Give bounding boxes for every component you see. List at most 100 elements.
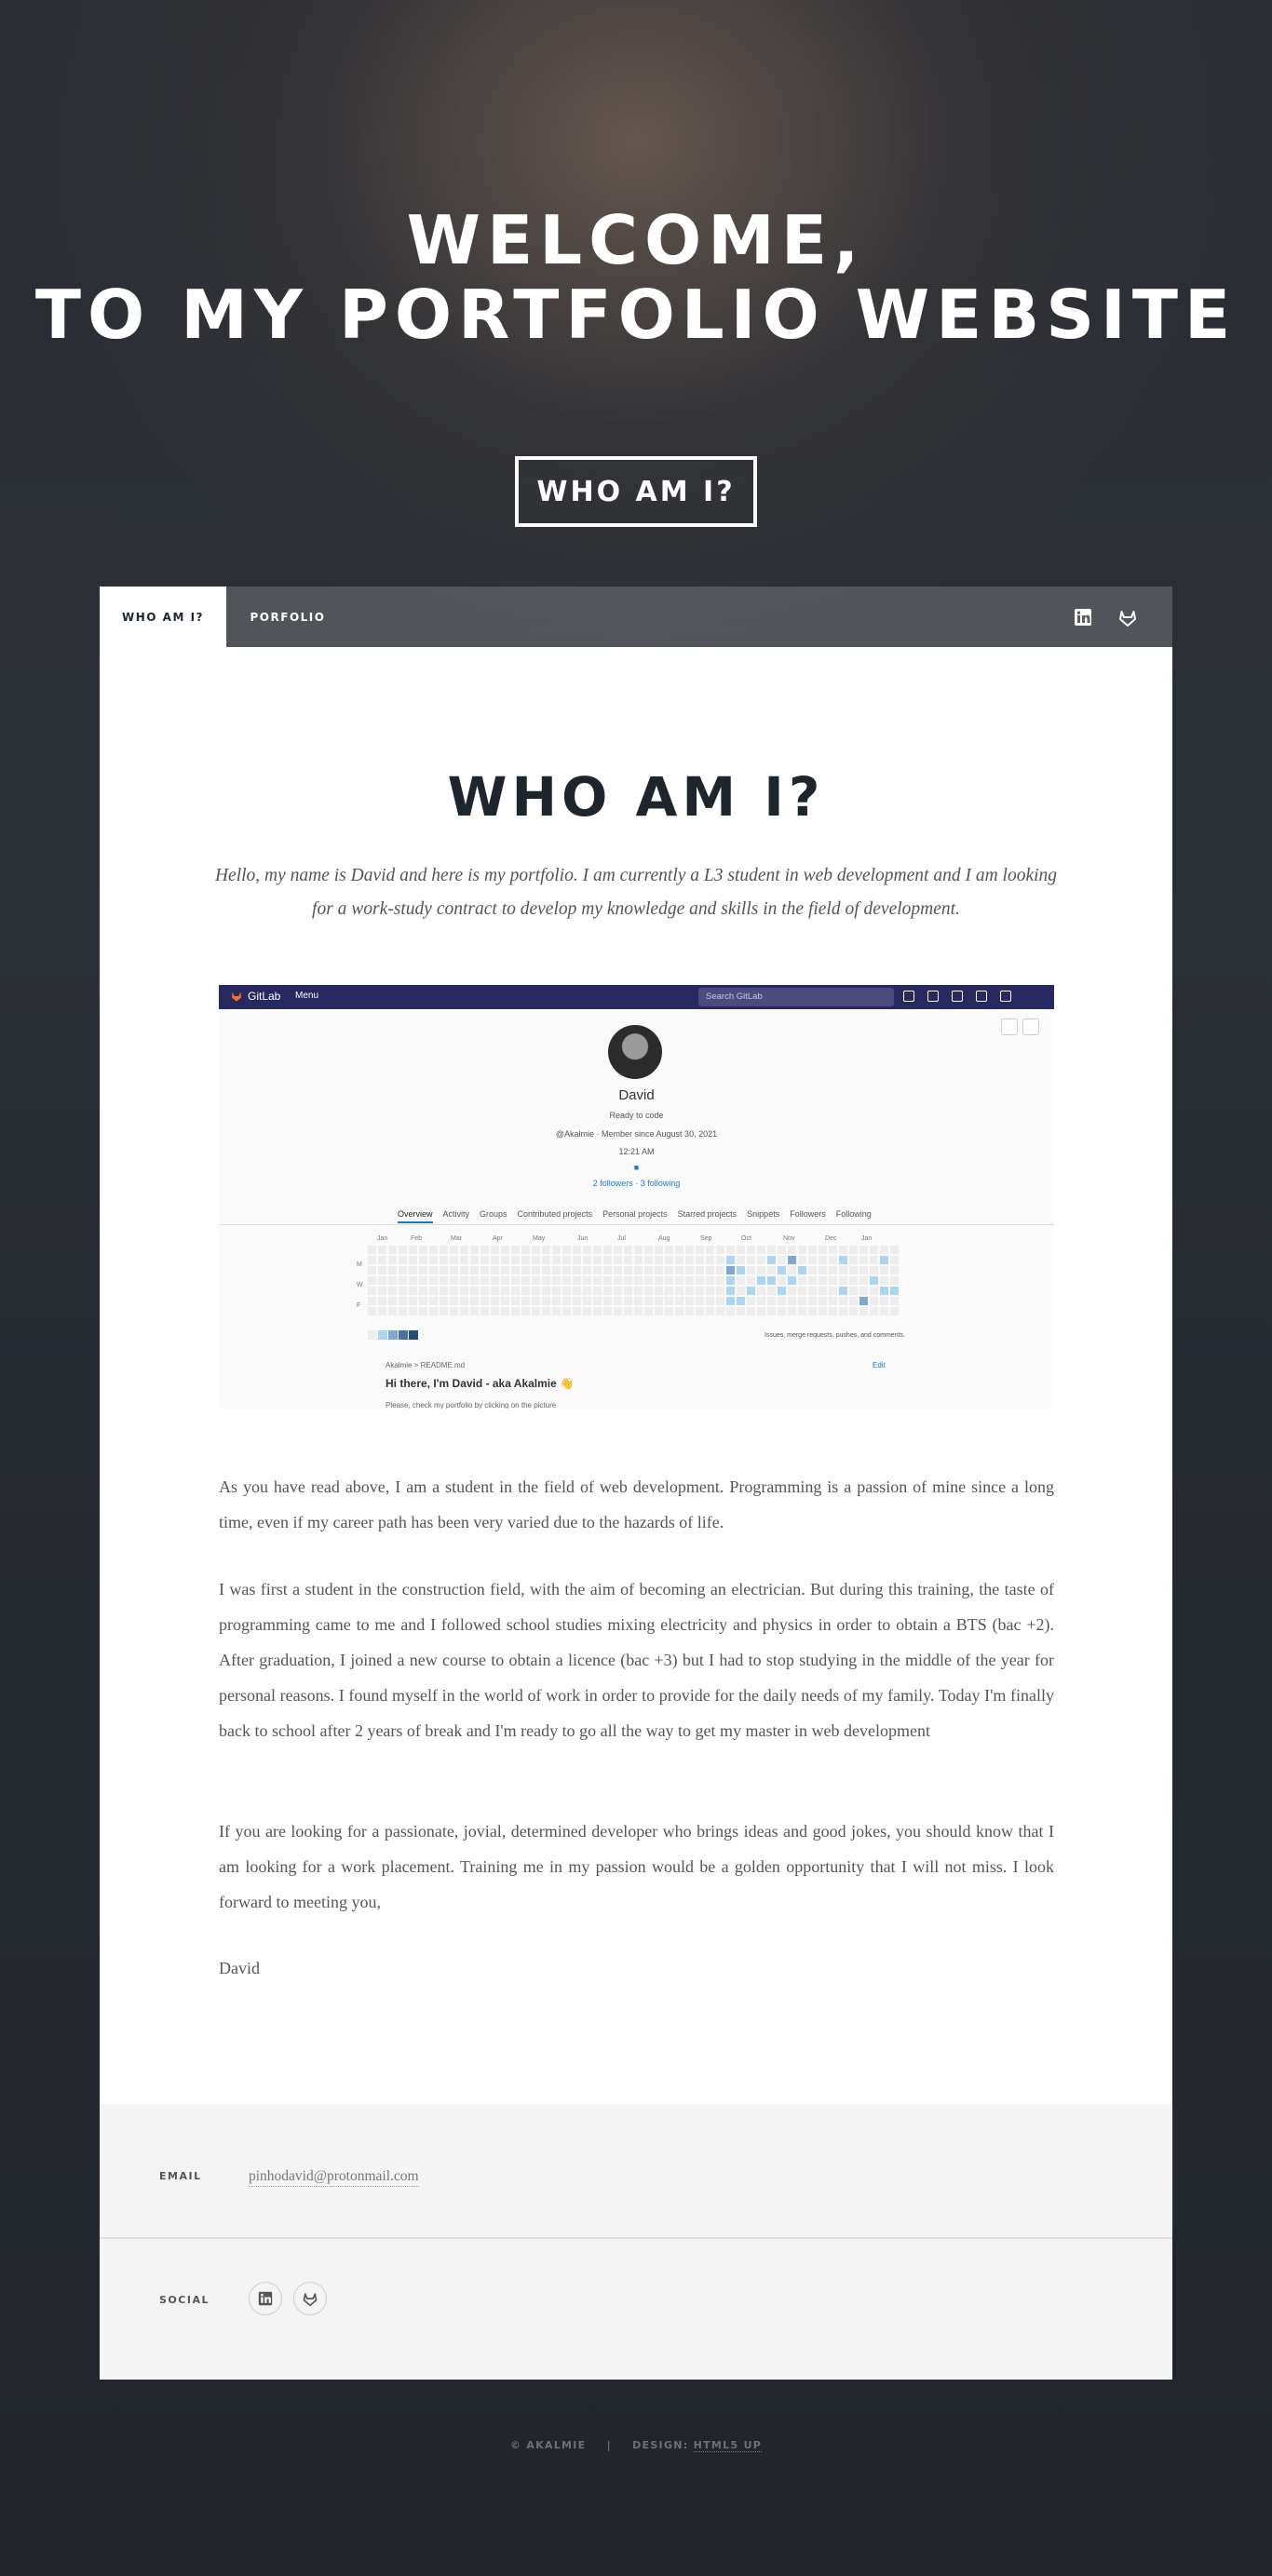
contribution-cell xyxy=(450,1246,458,1254)
contribution-cell xyxy=(726,1256,735,1264)
contribution-cell xyxy=(675,1246,683,1254)
contribution-cell xyxy=(501,1246,509,1254)
design-link[interactable]: HTML5 UP xyxy=(693,2439,763,2452)
contribution-cell xyxy=(788,1287,796,1295)
contribution-cell xyxy=(685,1297,694,1305)
contribution-cell xyxy=(675,1307,683,1315)
contribution-cell xyxy=(532,1297,540,1305)
contribution-cell xyxy=(491,1287,499,1295)
contribution-cell xyxy=(378,1307,386,1315)
gitlab-icon[interactable] xyxy=(1116,605,1140,629)
contribution-cell xyxy=(562,1307,571,1315)
tab-who-am-i[interactable]: WHO AM I? xyxy=(100,587,226,647)
contribution-cell xyxy=(716,1287,724,1295)
contribution-cell xyxy=(501,1256,509,1264)
contribution-cell xyxy=(757,1276,765,1285)
contribution-cell xyxy=(378,1256,386,1264)
contribution-cell xyxy=(470,1297,479,1305)
contribution-cell xyxy=(450,1276,458,1285)
contribution-cell xyxy=(706,1297,714,1305)
contribution-cell xyxy=(542,1297,550,1305)
contribution-cell xyxy=(491,1276,499,1285)
contribution-cell xyxy=(552,1266,561,1275)
contribution-cell xyxy=(470,1276,479,1285)
edit-profile-icon xyxy=(1001,1018,1018,1035)
contribution-cell xyxy=(767,1307,776,1315)
contribution-cell xyxy=(747,1297,755,1305)
contribution-cell xyxy=(532,1276,540,1285)
contribution-cell xyxy=(399,1246,407,1254)
contribution-cell xyxy=(675,1287,683,1295)
contribution-cell xyxy=(399,1307,407,1315)
contribution-cell xyxy=(480,1307,489,1315)
footer-linkedin-icon[interactable] xyxy=(249,2282,282,2315)
contribution-cell xyxy=(378,1266,386,1275)
month-label: Jul xyxy=(617,1235,626,1242)
footer-gitlab-icon[interactable] xyxy=(293,2282,327,2315)
contribution-cell xyxy=(880,1246,888,1254)
contribution-cell xyxy=(429,1287,438,1295)
contribution-cell xyxy=(685,1307,694,1315)
contribution-cell xyxy=(521,1276,530,1285)
contribution-legend xyxy=(368,1330,418,1340)
readme-breadcrumb: Akalmie > README.md xyxy=(386,1361,466,1369)
contribution-cell xyxy=(593,1297,602,1305)
contribution-cell xyxy=(849,1287,858,1295)
contribution-cell xyxy=(880,1307,888,1315)
contribution-cell xyxy=(757,1246,765,1254)
contribution-cell xyxy=(552,1246,561,1254)
contribution-cell xyxy=(460,1246,468,1254)
month-label: Jun xyxy=(577,1235,589,1242)
contribution-cell xyxy=(388,1307,397,1315)
contribution-cell xyxy=(859,1256,868,1264)
contribution-cell xyxy=(624,1276,632,1285)
contribution-cell xyxy=(399,1276,407,1285)
contribution-cell xyxy=(532,1266,540,1275)
profile-meta: @Akalmie · Member since August 30, 2021 xyxy=(555,1129,718,1139)
contribution-cell xyxy=(829,1256,837,1264)
who-am-i-button[interactable]: WHO AM I? xyxy=(515,456,757,527)
contribution-cell xyxy=(542,1287,550,1295)
contribution-cell xyxy=(685,1276,694,1285)
contribution-cell xyxy=(552,1297,561,1305)
contribution-cell xyxy=(378,1276,386,1285)
email-link[interactable]: pinhodavid@protonmail.com xyxy=(249,2168,419,2187)
contribution-cell xyxy=(409,1287,417,1295)
contribution-cell xyxy=(388,1287,397,1295)
contribution-cell xyxy=(583,1256,591,1264)
contribution-cell xyxy=(716,1256,724,1264)
contact-divider xyxy=(100,2237,1172,2239)
contribution-cell xyxy=(460,1307,468,1315)
contribution-cell xyxy=(798,1297,806,1305)
contribution-cell xyxy=(573,1276,581,1285)
nav-social-icons xyxy=(1071,587,1172,647)
contribution-cell xyxy=(593,1256,602,1264)
contribution-cell xyxy=(685,1246,694,1254)
contribution-cell xyxy=(429,1307,438,1315)
contribution-cell xyxy=(859,1297,868,1305)
contribution-cell xyxy=(747,1246,755,1254)
contribution-cell xyxy=(798,1276,806,1285)
contribution-cell xyxy=(624,1307,632,1315)
contribution-cell xyxy=(460,1287,468,1295)
legend-swatch xyxy=(388,1330,398,1340)
contribution-cell xyxy=(685,1266,694,1275)
contribution-cell xyxy=(808,1266,817,1275)
contribution-cell xyxy=(440,1256,448,1264)
contribution-cell xyxy=(655,1246,663,1254)
contribution-cell xyxy=(614,1256,622,1264)
contribution-cell xyxy=(819,1256,827,1264)
contribution-cell xyxy=(399,1266,407,1275)
contribution-cell xyxy=(368,1307,376,1315)
linkedin-icon[interactable] xyxy=(1071,605,1095,629)
contribution-cell xyxy=(757,1256,765,1264)
contribution-cell xyxy=(788,1266,796,1275)
contribution-cell xyxy=(675,1256,683,1264)
gitlab-profile-screenshot[interactable]: GitLab Menu Search GitLab David Ready to… xyxy=(219,985,1054,1409)
contribution-cell xyxy=(726,1266,735,1275)
contribution-cell xyxy=(819,1276,827,1285)
contribution-cell xyxy=(665,1307,673,1315)
tab-portfolio[interactable]: PORFOLIO xyxy=(226,587,349,647)
contribution-cell xyxy=(419,1307,427,1315)
profile-tabs: Overview Activity Groups Contributed pro… xyxy=(398,1209,872,1223)
